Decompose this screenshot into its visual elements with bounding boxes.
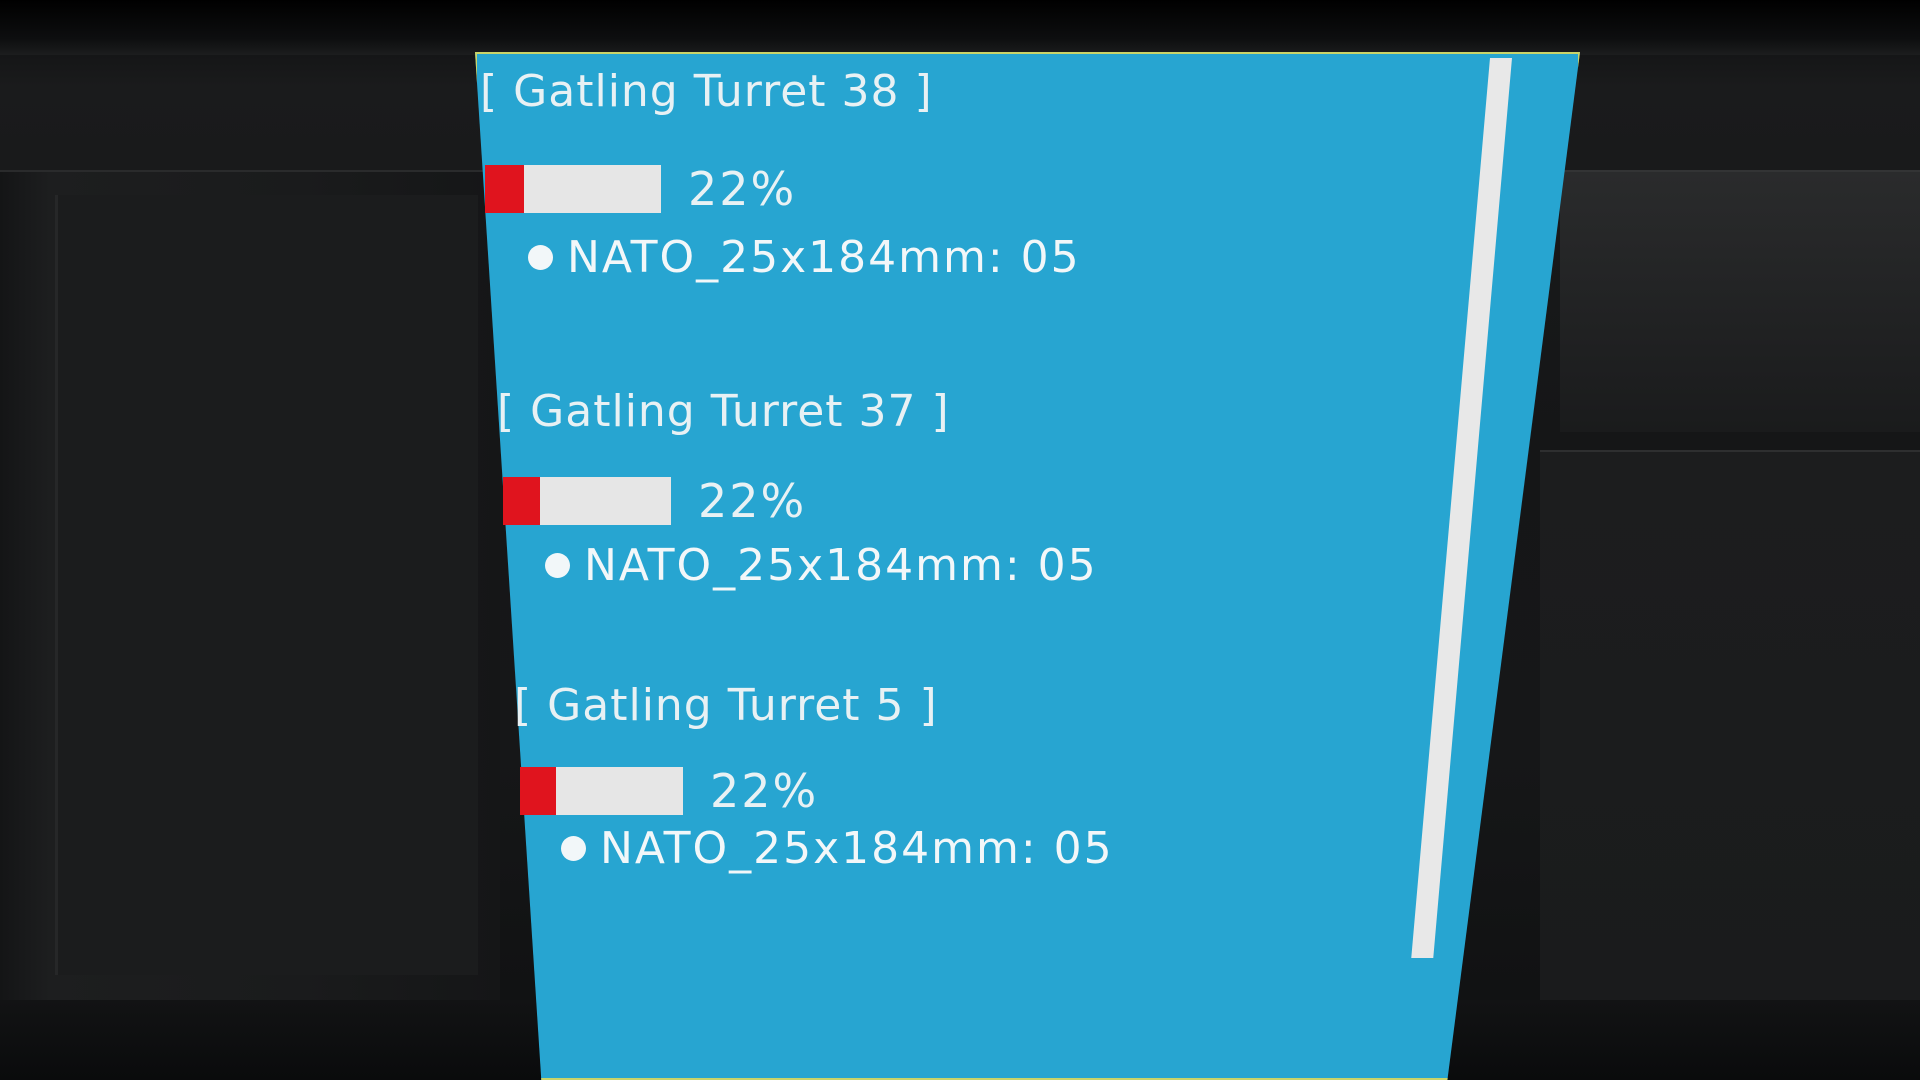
turret-title: [ Gatling Turret 5 ] [514,680,938,731]
ammo-percent: 22% [688,162,797,216]
turret-title: [ Gatling Turret 37 ] [497,386,950,437]
ammo-bar [503,477,671,525]
ammo-item: NATO_25x184mm: 05 [528,232,1081,283]
ammo-item: NATO_25x184mm: 05 [545,540,1098,591]
bullet-dot-icon [561,836,586,861]
ammo-label: NATO_25x184mm: 05 [600,823,1114,874]
ammo-percent: 22% [710,764,819,818]
ammo-bar-fill [503,477,540,525]
ammo-percent: 22% [698,474,807,528]
bullet-dot-icon [545,553,570,578]
ammo-label: NATO_25x184mm: 05 [584,540,1098,591]
ammo-bar [520,767,683,815]
ammo-label: NATO_25x184mm: 05 [567,232,1081,283]
ammo-bar-fill [520,767,556,815]
lcd-content: [ Gatling Turret 38 ] 22% NATO_25x184mm:… [0,0,1920,1080]
bullet-dot-icon [528,245,553,270]
game-scene: [ Gatling Turret 38 ] 22% NATO_25x184mm:… [0,0,1920,1080]
ammo-item: NATO_25x184mm: 05 [561,823,1114,874]
ammo-bar-fill [485,165,524,213]
turret-title: [ Gatling Turret 38 ] [480,66,933,117]
ammo-bar [485,165,661,213]
